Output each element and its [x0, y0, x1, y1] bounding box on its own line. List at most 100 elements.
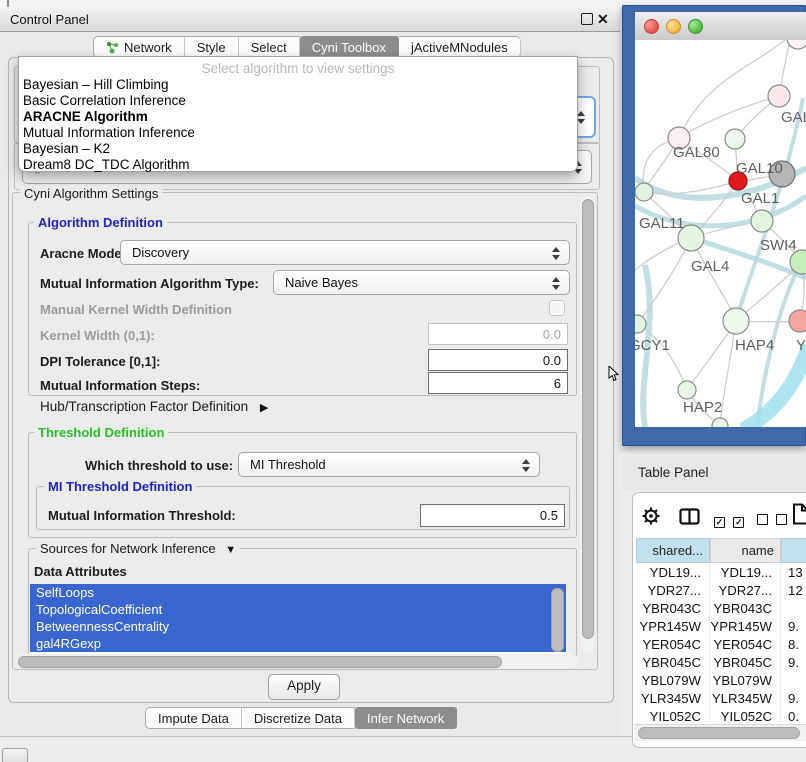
node-table-rows: YDL19...YDL19...13YDR27...YDR27...12YBR0…	[636, 564, 806, 722]
bottom-tabbar: Impute Data Discretize Data Infer Network	[145, 707, 457, 729]
table-row[interactable]: YER054CYER054C8.	[636, 636, 806, 654]
combo-arrows-icon	[522, 459, 531, 472]
table-row[interactable]: YBR043CYBR043C	[636, 600, 806, 618]
float-window-icon[interactable]	[581, 13, 593, 25]
network-node[interactable]	[787, 40, 806, 49]
table-row[interactable]: YBR045CYBR045C9.	[636, 654, 806, 672]
settings-vscroll-thumb[interactable]	[582, 199, 594, 639]
tab-label: Select	[251, 40, 287, 55]
node-label-gal: GAL	[781, 109, 806, 126]
algorithm-option-basic-correlation-inference[interactable]: Basic Correlation Inference	[19, 93, 577, 109]
table-cell: YBR043C	[636, 600, 710, 618]
attribute-item-betweennesscentrality[interactable]: BetweennessCentrality	[30, 618, 566, 635]
mi-steps-input[interactable]	[428, 372, 568, 394]
mi-threshold-legend: MI Threshold Definition	[44, 479, 196, 494]
network-node[interactable]	[723, 308, 749, 334]
algorithm-popup: Select algorithm to view settings Bayesi…	[18, 56, 578, 172]
show-columns-icon[interactable]	[679, 508, 700, 530]
table-row[interactable]: YBL079WYBL079W	[636, 672, 806, 690]
tab-select[interactable]: Select	[239, 36, 300, 58]
cropped-corner-button[interactable]	[2, 748, 28, 762]
top-divider-tick	[7, 0, 9, 7]
screen: Control Panel ✕ NetworkStyleSelectCyni T…	[0, 0, 806, 762]
close-icon[interactable]: ✕	[597, 9, 609, 29]
tab-network[interactable]: Network	[93, 36, 185, 58]
tab-label: Impute Data	[158, 711, 229, 726]
table-settings-gear-icon[interactable]	[641, 506, 661, 531]
threshold-definition-legend: Threshold Definition	[34, 425, 168, 440]
minimize-traffic-light-icon[interactable]	[666, 19, 681, 34]
attribute-item-selfloops[interactable]: SelfLoops	[30, 584, 566, 601]
popup-prompt: Select algorithm to view settings	[19, 60, 577, 77]
combo-arrows-icon	[577, 111, 586, 124]
tab-impute-data[interactable]: Impute Data	[145, 707, 242, 729]
table-cell	[781, 600, 788, 618]
network-node[interactable]	[751, 210, 773, 232]
algorithm-option-aracne-algorithm[interactable]: ARACNE Algorithm	[19, 109, 577, 125]
table-hscroll-thumb[interactable]	[638, 727, 800, 739]
close-traffic-light-icon[interactable]	[644, 19, 659, 34]
hub-definition-toggle[interactable]: Hub/Transcription Factor Definition ▶	[40, 399, 268, 414]
zoom-traffic-light-icon[interactable]	[688, 19, 703, 34]
algorithm-definition-legend: Algorithm Definition	[34, 215, 167, 230]
table-cell: 9.	[781, 618, 799, 636]
algorithm-option-bayesian-hill-climbing[interactable]: Bayesian – Hill Climbing	[19, 77, 577, 93]
network-node[interactable]	[789, 310, 806, 332]
table-row[interactable]: YPR145WYPR145W9.	[636, 618, 806, 636]
network-node[interactable]	[635, 315, 646, 333]
aracne-mode-combo[interactable]: Discovery	[120, 240, 570, 265]
data-attributes-label: Data Attributes	[34, 564, 127, 579]
network-node[interactable]	[678, 381, 696, 399]
algorithm-option-bayesian-k2[interactable]: Bayesian – K2	[19, 141, 577, 157]
tab-label: Infer Network	[367, 711, 444, 726]
network-window-titlebar	[635, 12, 806, 41]
table-cell: YPR145W	[710, 618, 781, 636]
table-cell: YDL19...	[636, 564, 710, 582]
network-node[interactable]	[768, 85, 790, 107]
column-header-clipped[interactable]	[781, 538, 806, 563]
table-cell: YIL052C	[710, 708, 781, 722]
new-table-page-icon[interactable]	[792, 503, 806, 530]
tab-jactivemnodules[interactable]: jActiveMNodules	[399, 36, 521, 58]
column-header-shared-name[interactable]: shared...	[636, 538, 710, 563]
column-header-name[interactable]: name	[710, 538, 781, 563]
table-row[interactable]: YIL052CYIL052C0.	[636, 708, 806, 722]
attribute-item-topologicalcoefficient[interactable]: TopologicalCoefficient	[30, 601, 566, 618]
table-cell: YIL052C	[636, 708, 710, 722]
network-node[interactable]	[635, 183, 653, 201]
tab-discretize-data[interactable]: Discretize Data	[242, 707, 355, 729]
dpi-tolerance-input[interactable]	[428, 349, 568, 371]
mi-threshold-input[interactable]	[420, 504, 565, 527]
table-cell: 8.	[781, 636, 799, 654]
apply-button[interactable]: Apply	[268, 674, 340, 700]
attribute-list-scrollbar[interactable]	[551, 588, 564, 652]
table-cell: YPR145W	[636, 618, 710, 636]
node-label-gcy1: GCY1	[635, 337, 670, 354]
table-cell: YLR345W	[636, 690, 710, 708]
table-row[interactable]: YDL19...YDL19...13	[636, 564, 806, 582]
mi-type-combo[interactable]: Naive Bayes	[273, 270, 570, 295]
table-cell: 9.	[781, 690, 799, 708]
select-all-checkboxes-icon[interactable]: ✓ ✓	[714, 512, 744, 530]
algorithm-option-dream8-dc-tdc-algorithm[interactable]: Dream8 DC_TDC Algorithm	[19, 157, 577, 173]
attribute-item-gal4rgexp[interactable]: gal4RGexp	[30, 635, 566, 652]
manual-kernel-checkbox[interactable]	[549, 300, 565, 316]
table-cell: YBR043C	[710, 600, 781, 618]
tab-style[interactable]: Style	[185, 36, 239, 58]
sources-legend[interactable]: Sources for Network Inference ▼	[36, 541, 240, 556]
table-cell: 12	[781, 582, 803, 600]
network-node[interactable]	[725, 129, 745, 149]
combo-arrows-icon	[552, 247, 561, 260]
which-threshold-combo[interactable]: MI Threshold	[238, 452, 540, 477]
settings-hscroll-thumb[interactable]	[18, 656, 502, 668]
deselect-all-checkboxes-icon[interactable]	[757, 512, 787, 530]
table-row[interactable]: YLR345WYLR345W9.	[636, 690, 806, 708]
algorithm-option-mutual-information-inference[interactable]: Mutual Information Inference	[19, 125, 577, 141]
table-row[interactable]: YDR27...YDR27...12	[636, 582, 806, 600]
network-node[interactable]	[712, 418, 728, 427]
kernel-width-input[interactable]	[428, 323, 568, 345]
tab-infer-network[interactable]: Infer Network	[355, 707, 457, 729]
tab-cyni-toolbox[interactable]: Cyni Toolbox	[300, 36, 399, 58]
node-label-swi4: SWI4	[760, 237, 797, 254]
network-canvas[interactable]: GAL80GAL10GAL1GAL11GAL4SWI4GCY1HAP4HAP2G…	[635, 40, 806, 427]
